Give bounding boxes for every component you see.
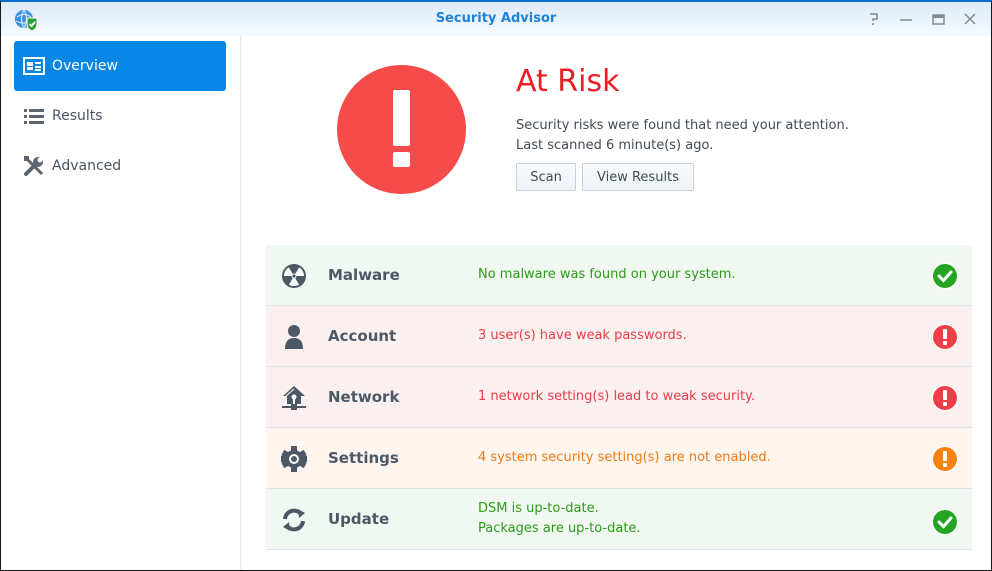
category-message: 4 system security setting(s) are not ena… [478, 450, 771, 465]
maximize-icon [932, 14, 945, 25]
risk-alert-icon [337, 65, 466, 194]
sidebar-item-label: Overview [52, 58, 118, 74]
sidebar-item-overview[interactable]: Overview [14, 41, 226, 91]
sidebar-item-results[interactable]: Results [14, 91, 226, 141]
scan-button[interactable]: Scan [516, 163, 576, 191]
security-advisor-window: Security Advisor Overview Results Advanc… [0, 0, 992, 571]
category-list: Malware No malware was found on your sys… [266, 245, 972, 550]
network-home-icon [282, 386, 306, 410]
category-message: 1 network setting(s) lead to weak securi… [478, 389, 756, 404]
gear-icon [281, 446, 307, 472]
check-circle-icon [932, 509, 958, 535]
check-circle-icon [932, 263, 958, 289]
tools-icon [24, 156, 44, 176]
category-row-account[interactable]: Account 3 user(s) have weak passwords. [266, 306, 972, 367]
sidebar-item-advanced[interactable]: Advanced [14, 141, 226, 191]
category-row-update[interactable]: Update DSM is up-to-date. Packages are u… [266, 489, 972, 550]
category-message: Packages are up-to-date. [478, 521, 641, 536]
category-message: DSM is up-to-date. [478, 501, 599, 516]
sidebar-item-label: Results [52, 108, 103, 124]
category-row-network[interactable]: Network 1 network setting(s) lead to wea… [266, 367, 972, 428]
help-icon [870, 13, 878, 25]
sidebar-item-label: Advanced [52, 158, 122, 174]
status-description: Security risks were found that need your… [516, 118, 849, 133]
category-name: Settings [328, 449, 399, 467]
warning-circle-icon [932, 446, 958, 472]
radiation-icon [282, 264, 306, 288]
user-icon [285, 325, 303, 349]
sidebar: Overview Results Advanced [1, 36, 241, 570]
refresh-icon [283, 508, 305, 532]
category-name: Account [328, 327, 397, 345]
category-row-malware[interactable]: Malware No malware was found on your sys… [266, 245, 972, 306]
category-message: No malware was found on your system. [478, 267, 736, 282]
window-title: Security Advisor [435, 11, 557, 26]
maximize-button[interactable] [929, 10, 947, 28]
category-message: 3 user(s) have weak passwords. [478, 328, 687, 343]
alert-circle-icon [932, 385, 958, 411]
overview-panel: At Risk Security risks were found that n… [242, 36, 991, 570]
alert-circle-icon [932, 324, 958, 350]
minimize-icon [900, 19, 912, 21]
status-title: At Risk [516, 64, 620, 99]
category-name: Network [328, 388, 400, 406]
category-name: Malware [328, 266, 400, 284]
help-button[interactable] [865, 10, 883, 28]
last-scanned-text: Last scanned 6 minute(s) ago. [516, 138, 714, 153]
minimize-button[interactable] [897, 10, 915, 28]
list-icon [24, 109, 44, 124]
category-name: Update [328, 510, 390, 528]
category-row-settings[interactable]: Settings 4 system security setting(s) ar… [266, 428, 972, 489]
id-card-icon [23, 57, 45, 75]
title-bar: Security Advisor [1, 2, 991, 36]
view-results-button[interactable]: View Results [582, 163, 694, 191]
close-button[interactable] [961, 10, 979, 28]
close-icon [964, 13, 976, 25]
